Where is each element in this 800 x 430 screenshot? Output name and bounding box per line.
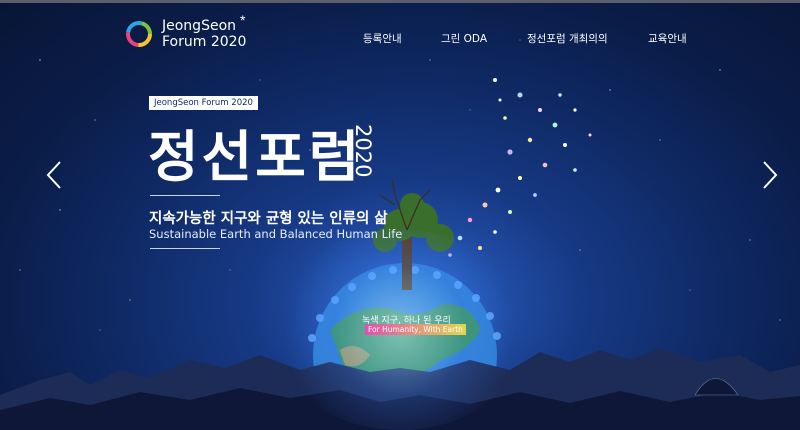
hero-subtitle-en: Sustainable Earth and Balanced Human Lif… xyxy=(149,227,403,241)
hero-banner: JeongSeon Forum 2020 * 등록안내 그린 ODA 정선포럼 … xyxy=(0,0,800,430)
nav-education[interactable]: 교육안내 xyxy=(648,31,687,46)
chevron-right-icon[interactable] xyxy=(760,160,780,190)
hero-badge: JeongSeon Forum 2020 xyxy=(149,96,258,110)
hero-year: 2020 xyxy=(351,124,375,178)
logo-line1: JeongSeon xyxy=(162,18,237,34)
site-logo[interactable]: JeongSeon Forum 2020 * xyxy=(124,12,246,50)
chevron-left-icon[interactable] xyxy=(44,160,64,190)
nav-forum-significance[interactable]: 정선포럼 개최의의 xyxy=(527,31,608,46)
logo-text: JeongSeon Forum 2020 xyxy=(162,18,246,50)
divider-top xyxy=(150,195,220,196)
nav-registration[interactable]: 등록안내 xyxy=(363,31,402,46)
logo-star-icon: * xyxy=(240,12,246,28)
globe-slogan-en: For Humanity, With Earth xyxy=(365,324,466,335)
logo-line2: Forum 2020 xyxy=(162,34,247,50)
nav-green-oda[interactable]: 그린 ODA xyxy=(441,31,487,46)
divider-bottom xyxy=(150,248,220,249)
logo-ring-icon xyxy=(126,21,152,47)
hero-subtitle-ko: 지속가능한 지구와 균형 있는 인류의 삶 xyxy=(149,211,388,227)
